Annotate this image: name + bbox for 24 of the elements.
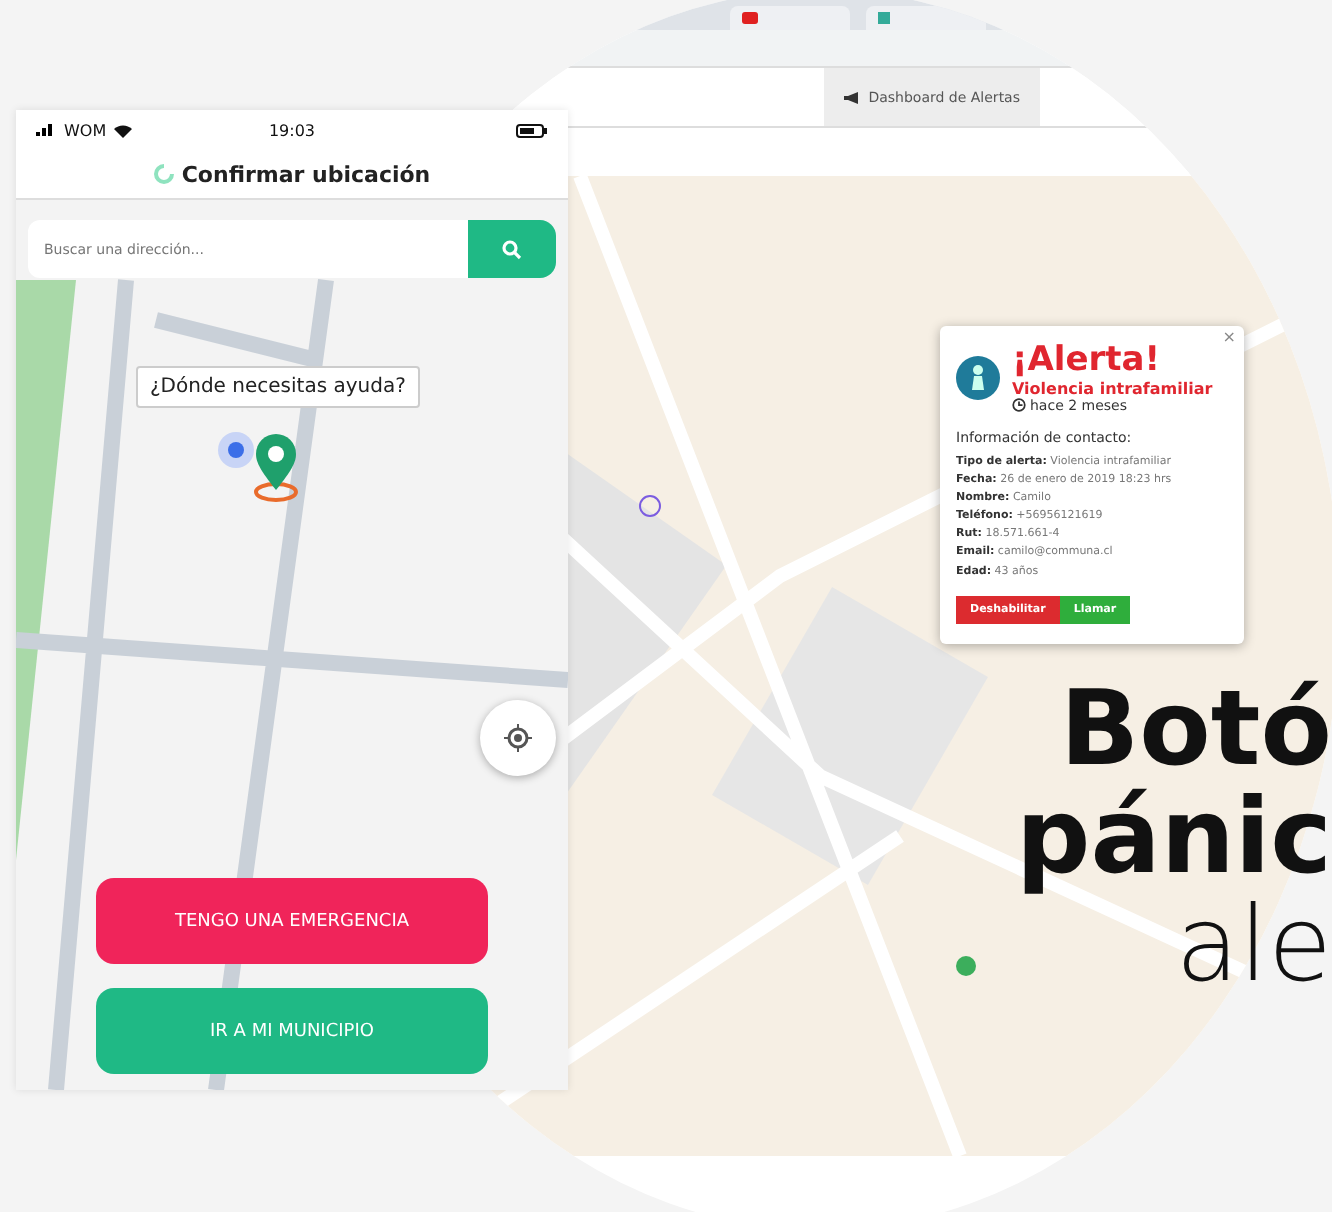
action-button[interactable]: TENGO UNA EMERGENCIA <box>96 878 488 964</box>
status-time: 19:03 <box>268 121 316 139</box>
person-avatar-icon <box>956 355 1000 400</box>
tab-icon <box>878 12 890 24</box>
alert-title: ¡Alerta! <box>1012 342 1163 380</box>
carrier-text: WOM <box>64 121 107 139</box>
close-icon[interactable]: × <box>1222 328 1236 346</box>
action-button[interactable]: IR A MI MUNICIPIO <box>96 988 488 1074</box>
spinner-icon <box>153 164 174 184</box>
search-icon <box>502 239 522 259</box>
search-button[interactable] <box>468 220 556 278</box>
battery-icon <box>516 123 548 137</box>
wifi-icon <box>114 123 133 137</box>
headline-text: ale <box>1175 892 1332 1000</box>
browser-tab[interactable] <box>730 6 850 30</box>
headline-text: Botó <box>1060 676 1332 784</box>
alert-type: Violencia intrafamiliar <box>1012 379 1213 398</box>
clock-icon <box>1012 398 1026 413</box>
signal-icon <box>36 124 56 136</box>
megaphone-icon <box>844 91 861 103</box>
location-tooltip: ¿Dónde necesitas ayuda? <box>136 366 420 408</box>
crosshair-icon <box>504 724 532 752</box>
screen-title: Confirmar ubicación <box>181 161 431 187</box>
headline-text: pánic <box>1016 784 1332 892</box>
